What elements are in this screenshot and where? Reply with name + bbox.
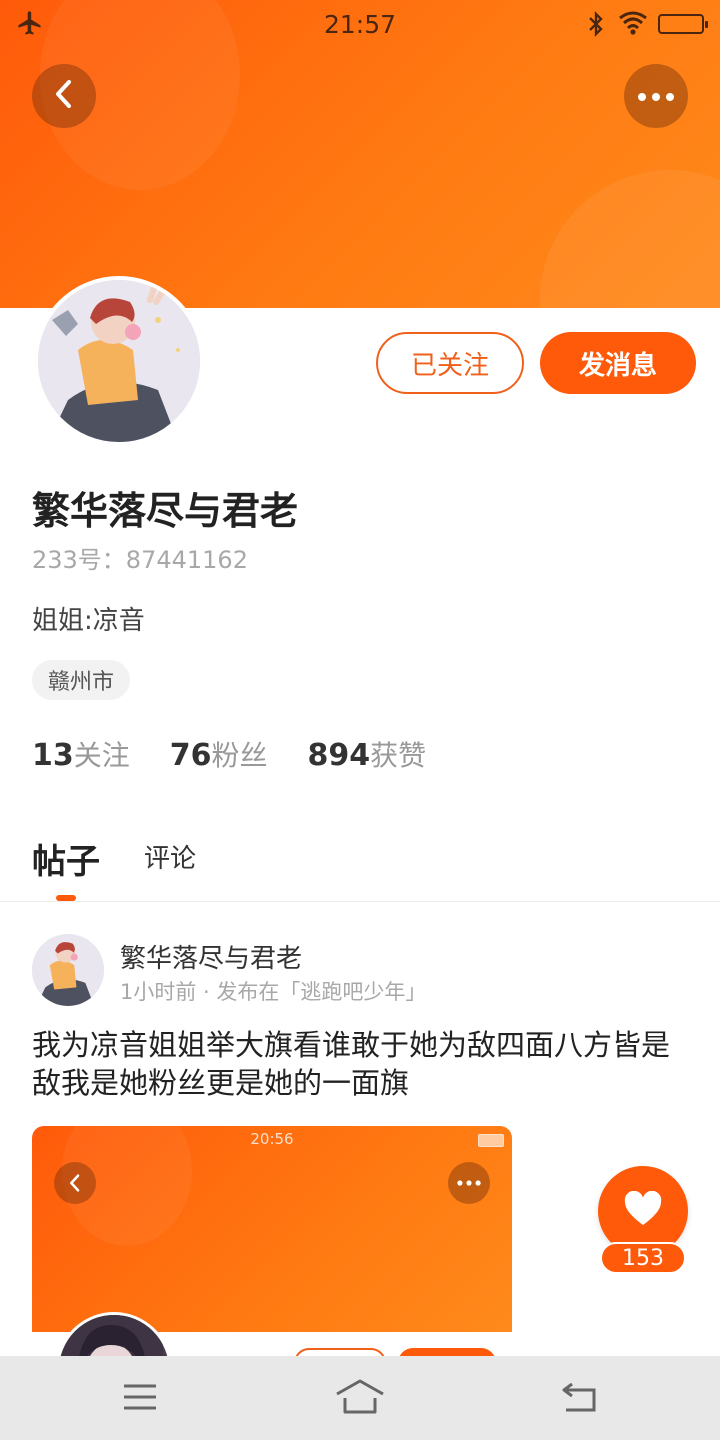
- stat-following-count: 13: [32, 738, 74, 773]
- stat-followers-label: 粉丝: [211, 739, 268, 772]
- like-count: 153: [600, 1242, 686, 1274]
- more-options-button[interactable]: [624, 64, 688, 128]
- divider: [0, 901, 720, 902]
- tab-comments[interactable]: 评论: [144, 838, 196, 875]
- post-author-name[interactable]: 繁华落尽与君老: [120, 938, 302, 975]
- back-button[interactable]: [32, 64, 96, 128]
- following-button[interactable]: 已关注: [376, 332, 524, 394]
- profile-uid: 233号：87441162: [32, 546, 248, 574]
- back-nav-icon[interactable]: [560, 1380, 600, 1418]
- heart-icon: [623, 1190, 663, 1231]
- profile-stats: 13关注 76粉丝 894获赞: [32, 734, 466, 774]
- battery-icon: [478, 1134, 504, 1147]
- status-bar: 21:57: [0, 0, 720, 50]
- battery-icon: [658, 14, 708, 34]
- banner-decoration: [540, 170, 720, 308]
- profile-bio: 姐姐:凉音: [32, 606, 145, 636]
- system-nav-bar: [0, 1356, 720, 1440]
- home-icon[interactable]: [334, 1378, 386, 1420]
- avatar-illustration: [32, 934, 104, 1006]
- stat-likes-label: 获赞: [370, 739, 427, 772]
- post-author-avatar[interactable]: [32, 934, 104, 1006]
- more-horizontal-icon: [636, 87, 676, 106]
- post-image-time: 20:56: [250, 1130, 294, 1148]
- wifi-icon: [618, 10, 648, 42]
- menu-icon[interactable]: [122, 1382, 158, 1416]
- profile-avatar[interactable]: [34, 276, 204, 446]
- post-image-banner: [32, 1126, 512, 1332]
- location-badge: 赣州市: [32, 660, 131, 700]
- profile-banner: 21:57: [0, 0, 720, 308]
- stat-likes: 894获赞: [308, 734, 427, 774]
- more-horizontal-icon: [448, 1162, 490, 1204]
- post-image-button: [398, 1348, 496, 1356]
- avatar-illustration: [38, 280, 200, 442]
- send-message-button[interactable]: 发消息: [540, 332, 696, 394]
- stat-following[interactable]: 13关注: [32, 734, 130, 774]
- stat-followers-count: 76: [169, 738, 212, 773]
- bluetooth-icon: [586, 10, 606, 44]
- profile-username: 繁华落尽与君老: [32, 489, 299, 533]
- status-time: 21:57: [323, 10, 397, 39]
- post-image-button: [294, 1348, 386, 1356]
- tab-posts[interactable]: 帖子: [32, 834, 100, 883]
- stat-likes-count: 894: [307, 738, 371, 773]
- post-meta: 1小时前 · 发布在「逃跑吧少年」: [120, 980, 427, 1004]
- post-image[interactable]: 20:56: [32, 1126, 512, 1356]
- chevron-left-icon: [54, 1162, 96, 1204]
- chevron-left-icon: [51, 78, 77, 114]
- stat-following-label: 关注: [73, 739, 130, 772]
- post-text[interactable]: 我为凉音姐姐举大旗看谁敢于她为敌四面八方皆是敌我是她粉丝更是她的一面旗: [32, 1026, 688, 1102]
- stat-followers[interactable]: 76粉丝: [170, 734, 268, 774]
